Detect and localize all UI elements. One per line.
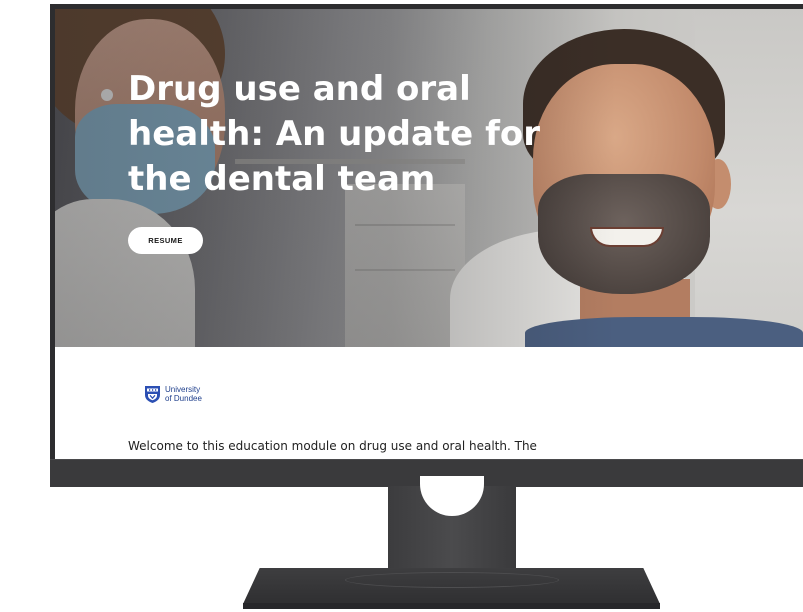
resume-button[interactable]: RESUME	[128, 227, 203, 254]
monitor-stand-base-ring	[345, 572, 559, 588]
intro-paragraph: Welcome to this education module on drug…	[128, 439, 537, 453]
university-name: University of Dundee	[165, 385, 202, 403]
course-title: Drug use and oral health: An update for …	[128, 69, 541, 199]
university-name-line2: of Dundee	[165, 393, 202, 403]
screen: Drug use and oral health: An update for …	[55, 9, 803, 459]
monitor-stand-base-edge	[243, 603, 660, 609]
monitor: Drug use and oral health: An update for …	[50, 4, 803, 487]
hero-banner: Drug use and oral health: An update for …	[55, 9, 803, 347]
university-logo: University of Dundee	[145, 385, 202, 403]
university-crest-icon	[145, 386, 160, 403]
